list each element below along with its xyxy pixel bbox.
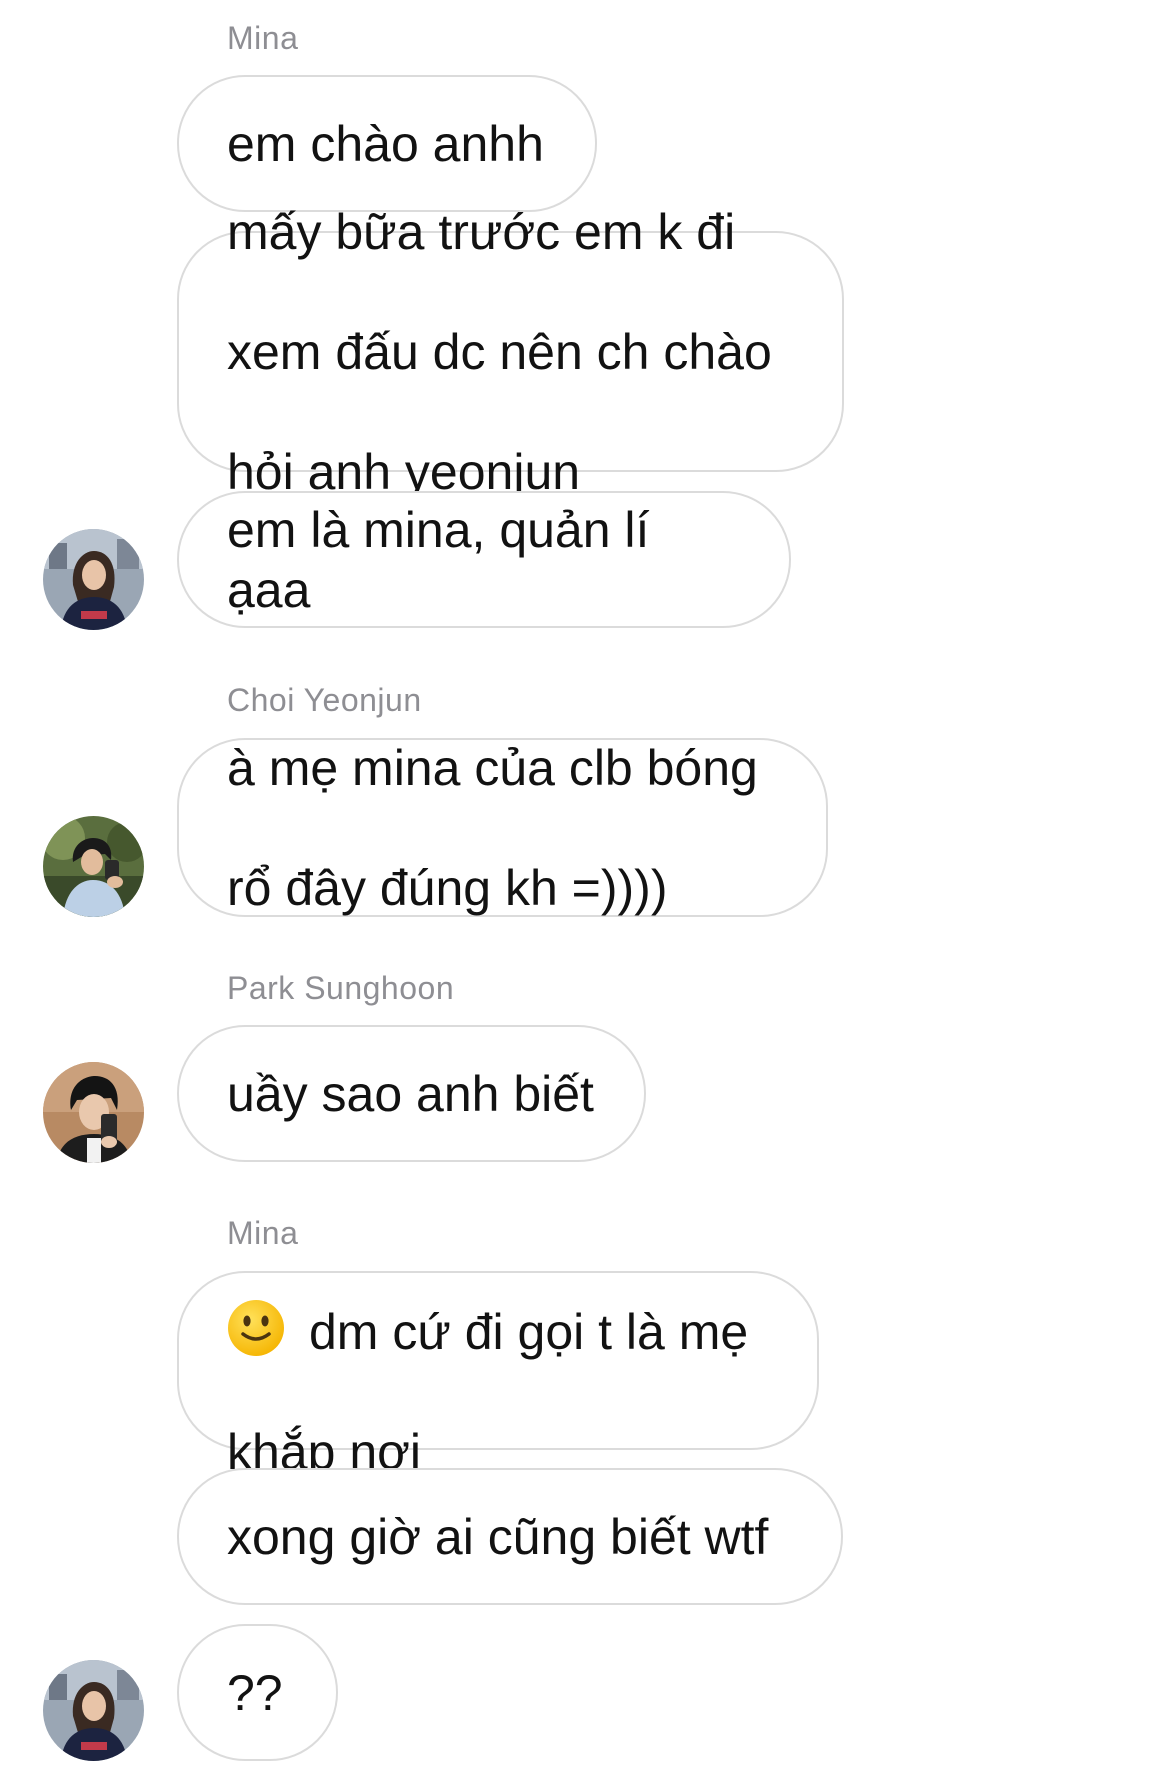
avatar-mina-image — [43, 529, 144, 630]
message-bubble[interactable]: mấy bữa trước em k đi xem đấu dc nên ch … — [177, 204, 844, 500]
sender-name-mina: Mina — [227, 20, 299, 56]
avatar-choi-yeonjun[interactable] — [43, 816, 144, 917]
message-bubble[interactable]: ?? — [177, 1624, 338, 1761]
message-bubble[interactable]: xong giờ ai cũng biết wtf — [177, 1468, 843, 1605]
avatar-mina-image — [43, 1660, 144, 1761]
message-text: em là mina, quản lí ạaa — [227, 501, 650, 618]
avatar-choi-yeonjun-image — [43, 816, 144, 917]
avatar-mina[interactable] — [43, 1660, 144, 1761]
message-text: xong giờ ai cũng biết wtf — [227, 1508, 769, 1565]
message-line: dm cứ đi gọi t là mẹ — [227, 1239, 748, 1362]
message-bubble[interactable]: à mẹ mina của clb bóng rổ đây đúng kh =)… — [177, 738, 828, 917]
sender-name-park-sunghoon: Park Sunghoon — [227, 970, 455, 1006]
message-text: à mẹ mina của clb bóng — [227, 739, 758, 796]
message-text: xem đấu dc nên ch chào — [227, 323, 772, 380]
message-bubble[interactable]: dm cứ đi gọi t là mẹ khắp nơi — [177, 1271, 819, 1480]
message-text: uầy sao anh biết — [227, 1065, 594, 1122]
slightly-smiling-face-icon — [228, 1300, 284, 1356]
message-bubble[interactable]: em là mina, quản lí ạaa — [177, 491, 791, 628]
message-text: rổ đây đúng kh =)))) — [227, 859, 668, 916]
avatar-mina[interactable] — [43, 529, 144, 630]
message-text: ?? — [227, 1664, 283, 1721]
avatar-park-sunghoon-image — [43, 1062, 144, 1163]
message-text: mấy bữa trước em k đi — [227, 203, 736, 260]
avatar-park-sunghoon[interactable] — [43, 1062, 144, 1163]
message-bubble[interactable]: uầy sao anh biết — [177, 1025, 646, 1162]
message-text: dm cứ đi gọi t là mẹ — [309, 1304, 749, 1360]
